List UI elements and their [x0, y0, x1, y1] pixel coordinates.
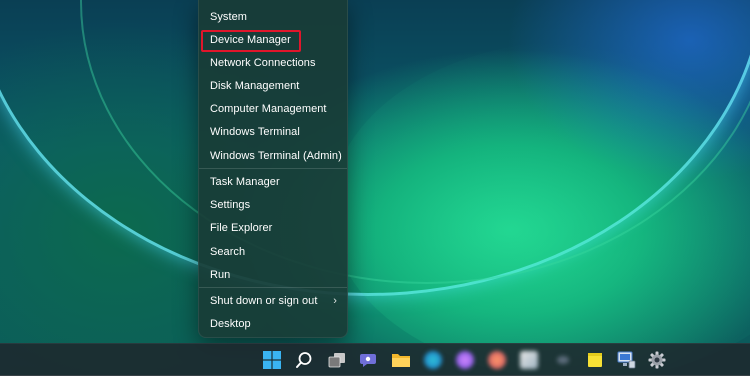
menu-item-label: Computer Management: [210, 103, 327, 115]
menu-item-label: File Explorer: [210, 222, 273, 234]
menu-item-label: Settings: [210, 199, 251, 211]
menu-item-settings[interactable]: Settings: [203, 194, 343, 216]
menu-item-label: Windows Terminal: [210, 126, 300, 138]
menu-item-label: Windows Terminal (Admin): [210, 150, 342, 162]
menu-item-desktop[interactable]: Desktop: [203, 313, 343, 335]
menu-separator: [199, 168, 347, 169]
teams-chat-icon[interactable]: [357, 349, 379, 371]
menu-item-label: Task Manager: [210, 176, 280, 188]
menu-item-shut-down-or-sign-out[interactable]: Shut down or sign out ›: [203, 290, 343, 312]
sticky-notes-icon[interactable]: [584, 349, 606, 371]
menu-item-label: Search: [210, 246, 246, 258]
windows-start-icon[interactable]: [261, 349, 283, 371]
blurred-app-icon[interactable]: [518, 349, 540, 371]
blurred-app-icon[interactable]: [552, 349, 574, 371]
menu-item-windows-terminal-admin[interactable]: Windows Terminal (Admin): [203, 145, 343, 167]
menu-item-label: System: [210, 11, 247, 23]
menu-item-disk-management[interactable]: Disk Management: [203, 75, 343, 97]
blurred-app-icon[interactable]: [422, 349, 444, 371]
chevron-right-icon: ›: [333, 295, 337, 307]
menu-item-label: Disk Management: [210, 80, 300, 92]
menu-item-run[interactable]: Run: [203, 264, 343, 286]
desktop-wallpaper: [0, 0, 750, 375]
computer-app-icon[interactable]: [615, 349, 637, 371]
menu-item-task-manager[interactable]: Task Manager: [203, 171, 343, 193]
blurred-app-icon[interactable]: [486, 349, 508, 371]
menu-item-windows-terminal[interactable]: Windows Terminal: [203, 121, 343, 143]
menu-item-label: Shut down or sign out: [210, 295, 318, 307]
power-user-context-menu: System Device Manager Network Connection…: [198, 0, 348, 338]
menu-item-label: Run: [210, 269, 231, 281]
menu-item-label: Network Connections: [210, 57, 316, 69]
search-icon[interactable]: [293, 349, 315, 371]
task-view-icon[interactable]: [326, 349, 348, 371]
menu-item-file-explorer[interactable]: File Explorer: [203, 217, 343, 239]
taskbar: [0, 343, 750, 376]
settings-icon[interactable]: [646, 349, 668, 371]
blurred-app-icon[interactable]: [454, 349, 476, 371]
menu-item-label: Device Manager: [210, 34, 291, 46]
menu-separator: [199, 287, 347, 288]
menu-item-computer-management[interactable]: Computer Management: [203, 98, 343, 120]
menu-item-network-connections[interactable]: Network Connections: [203, 52, 343, 74]
file-explorer-icon[interactable]: [390, 349, 412, 371]
menu-item-device-manager[interactable]: Device Manager: [203, 29, 343, 51]
menu-item-system[interactable]: System: [203, 6, 343, 28]
menu-item-search[interactable]: Search: [203, 241, 343, 263]
menu-item-label: Desktop: [210, 318, 251, 330]
